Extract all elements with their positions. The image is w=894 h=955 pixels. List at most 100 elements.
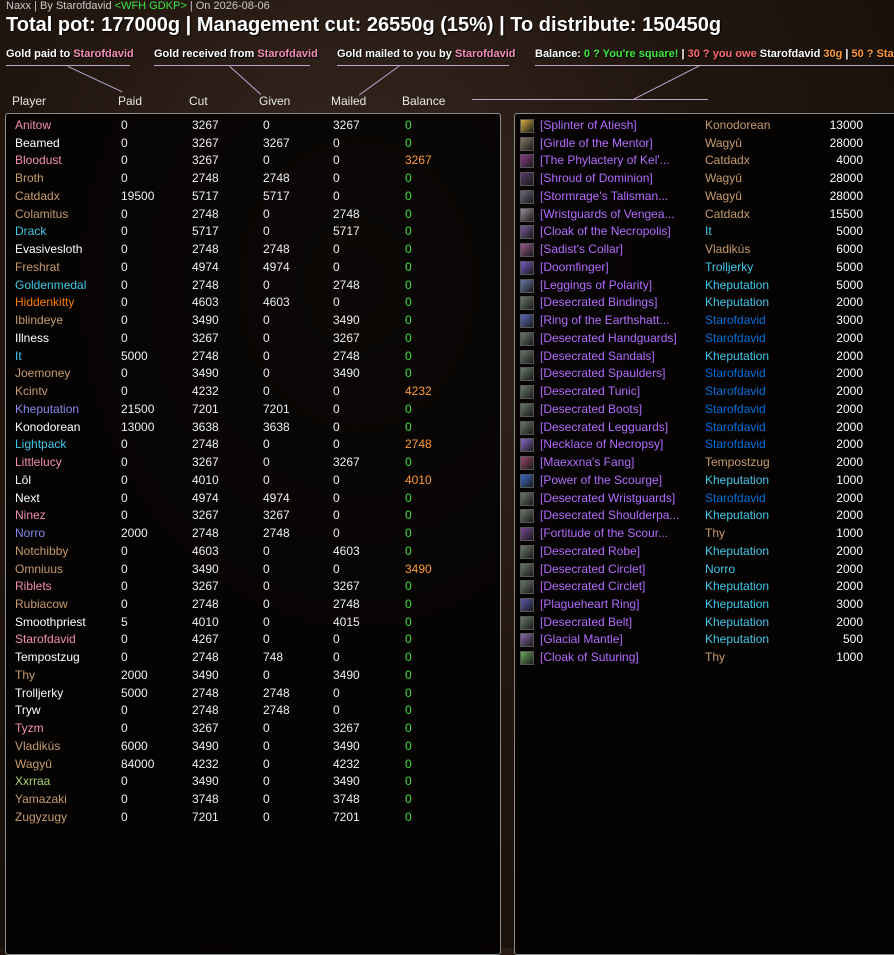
winner-name[interactable]: Norro	[705, 562, 735, 576]
item-link[interactable]: [Desecrated Boots]	[540, 402, 642, 416]
loot-row[interactable]: [Desecrated Legguards] Starofdavid 2000	[519, 420, 894, 438]
leggings-icon[interactable]	[520, 278, 534, 293]
scroll-icon[interactable]	[520, 527, 534, 542]
player-name[interactable]: Littlelucy	[15, 455, 62, 469]
player-name[interactable]: Notchibby	[15, 544, 68, 558]
player-name[interactable]: Thy	[15, 668, 35, 682]
loot-row[interactable]: [Plagueheart Ring] Kheputation 3000	[519, 597, 894, 615]
winner-name[interactable]: Kheputation	[705, 615, 769, 629]
player-name[interactable]: Tyzm	[15, 721, 44, 735]
player-name[interactable]: Norro	[15, 526, 45, 540]
winner-name[interactable]: Wagyû	[705, 171, 742, 185]
player-name[interactable]: Konodorean	[15, 420, 80, 434]
item-link[interactable]: [Sadist's Collar]	[540, 242, 623, 256]
item-link[interactable]: [Wristguards of Vengea...	[540, 207, 675, 221]
player-name[interactable]: Wagyû	[15, 757, 52, 771]
robe-icon[interactable]	[520, 544, 534, 559]
item-link[interactable]: [Shroud of Dominion]	[540, 171, 653, 185]
loot-row[interactable]: [Shroud of Dominion] Wagyû 28000	[519, 171, 894, 189]
winner-name[interactable]: Starofdavid	[705, 313, 766, 327]
item-link[interactable]: [Desecrated Wristguards]	[540, 491, 675, 505]
winner-name[interactable]: Starofdavid	[705, 331, 766, 345]
player-name[interactable]: Lightpack	[15, 437, 66, 451]
winner-name[interactable]: Wagyû	[705, 189, 742, 203]
collar-icon[interactable]	[520, 243, 534, 258]
player-name[interactable]: Goldenmedal	[15, 278, 86, 292]
loot-row[interactable]: [Leggings of Polarity] Kheputation 5000	[519, 278, 894, 296]
player-name[interactable]: Illness	[15, 331, 49, 345]
cloak-icon[interactable]	[520, 225, 534, 240]
loot-row[interactable]: [Desecrated Spaulders] Starofdavid 2000	[519, 366, 894, 384]
loot-row[interactable]: [Girdle of the Mentor] Wagyû 28000	[519, 136, 894, 154]
player-name[interactable]: Starofdavid	[15, 632, 76, 646]
player-name[interactable]: Joemoney	[15, 366, 70, 380]
item-link[interactable]: [Desecrated Robe]	[540, 544, 640, 558]
loot-row[interactable]: [Desecrated Wristguards] Starofdavid 2000	[519, 491, 894, 509]
winner-name[interactable]: Starofdavid	[705, 491, 766, 505]
loot-row[interactable]: [Desecrated Boots] Starofdavid 2000	[519, 402, 894, 420]
talisman-icon[interactable]	[520, 189, 534, 204]
loot-row[interactable]: [Necklace of Necropsy] Starofdavid 2000	[519, 437, 894, 455]
item-link[interactable]: [Desecrated Spaulders]	[540, 366, 665, 380]
winner-name[interactable]: Catdadx	[705, 153, 750, 167]
item-link[interactable]: [Desecrated Shoulderpa...	[540, 508, 679, 522]
player-name[interactable]: It	[15, 349, 22, 363]
shoulder-icon[interactable]	[520, 367, 534, 382]
player-name[interactable]: Colamitus	[15, 207, 68, 221]
player-name[interactable]: Rubiacow	[15, 597, 68, 611]
winner-name[interactable]: Trolljerky	[705, 260, 753, 274]
player-name[interactable]: Kheputation	[15, 402, 79, 416]
winner-name[interactable]: Catdadx	[705, 207, 750, 221]
loot-row[interactable]: [Doomfinger] Trolljerky 5000	[519, 260, 894, 278]
shoulder-icon[interactable]	[520, 509, 534, 524]
loot-row[interactable]: [Ring of the Earthshatt... Starofdavid 300…	[519, 313, 894, 331]
player-name[interactable]: Riblets	[15, 579, 52, 593]
phylactery-icon[interactable]	[520, 154, 534, 169]
item-link[interactable]: [Desecrated Handguards]	[540, 331, 677, 345]
item-link[interactable]: [Desecrated Tunic]	[540, 384, 640, 398]
boot-icon[interactable]	[520, 402, 534, 417]
player-name[interactable]: Catdadx	[15, 189, 60, 203]
belt-icon[interactable]	[520, 615, 534, 630]
winner-name[interactable]: Kheputation	[705, 579, 769, 593]
item-link[interactable]: [Leggings of Polarity]	[540, 278, 652, 292]
winner-name[interactable]: Tempostzug	[705, 455, 770, 469]
winner-name[interactable]: It	[705, 224, 712, 238]
item-link[interactable]: [Maexxna's Fang]	[540, 455, 634, 469]
loot-row[interactable]: [Cloak of Suturing] Thy 1000	[519, 650, 894, 668]
cloak-icon[interactable]	[520, 651, 534, 666]
loot-row[interactable]: [Cloak of the Necropolis] It 5000	[519, 224, 894, 242]
belt-icon[interactable]	[520, 136, 534, 151]
item-link[interactable]: [Desecrated Circlet]	[540, 562, 645, 576]
player-name[interactable]: Trolljerky	[15, 686, 63, 700]
item-link[interactable]: [Glacial Mantle]	[540, 632, 623, 646]
loot-row[interactable]: [Fortitude of the Scour... Thy 1000	[519, 526, 894, 544]
item-link[interactable]: [Doomfinger]	[540, 260, 609, 274]
loot-row[interactable]: [Desecrated Shoulderpa... Kheputation 2000	[519, 508, 894, 526]
item-link[interactable]: [Desecrated Sandals]	[540, 349, 655, 363]
loot-row[interactable]: [Power of the Scourge] Kheputation 1000	[519, 473, 894, 491]
item-link[interactable]: [Plagueheart Ring]	[540, 597, 639, 611]
loot-row[interactable]: [Desecrated Tunic] Starofdavid 2000	[519, 384, 894, 402]
glove-icon[interactable]	[520, 331, 534, 346]
player-name[interactable]: Freshrat	[15, 260, 60, 274]
loot-list-panel[interactable]: [Splinter of Atiesh] Konodorean 13000 [Gird…	[514, 113, 894, 955]
loot-row[interactable]: [Stormrage's Talisman... Wagyû 28000	[519, 189, 894, 207]
mantle-icon[interactable]	[520, 633, 534, 648]
wristguard-icon[interactable]	[520, 207, 534, 222]
sword-icon[interactable]	[520, 119, 534, 133]
winner-name[interactable]: Kheputation	[705, 544, 769, 558]
item-link[interactable]: [Girdle of the Mentor]	[540, 136, 653, 150]
item-link[interactable]: [Desecrated Belt]	[540, 615, 632, 629]
helm-icon[interactable]	[520, 562, 534, 577]
item-link[interactable]: [Power of the Scourge]	[540, 473, 662, 487]
winner-name[interactable]: Kheputation	[705, 278, 769, 292]
player-name[interactable]: Beamed	[15, 136, 60, 150]
item-link[interactable]: [Stormrage's Talisman...	[540, 189, 668, 203]
player-name[interactable]: Evasivesloth	[15, 242, 82, 256]
player-name[interactable]: Yamazaki	[15, 792, 67, 806]
winner-name[interactable]: Kheputation	[705, 632, 769, 646]
winner-name[interactable]: Kheputation	[705, 295, 769, 309]
player-name[interactable]: Zugyzugy	[15, 810, 67, 824]
ring-icon[interactable]	[520, 260, 534, 275]
